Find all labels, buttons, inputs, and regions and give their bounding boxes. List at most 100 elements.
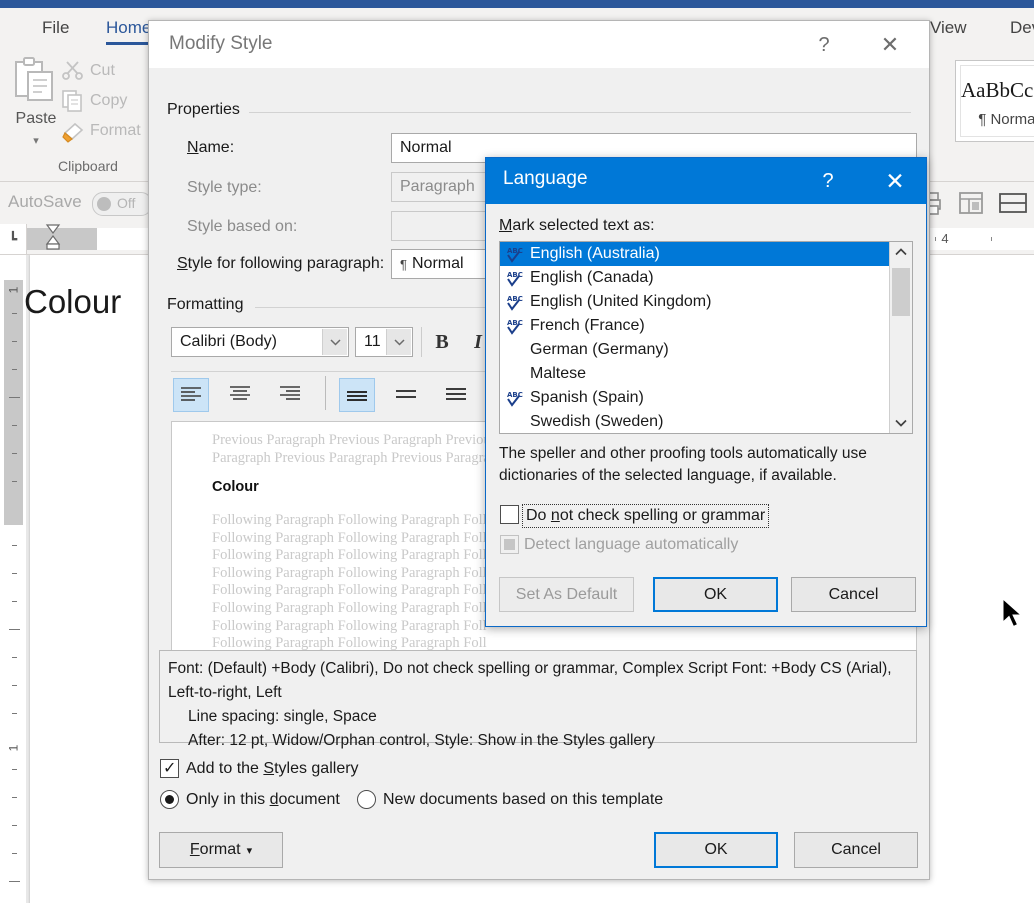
help-icon[interactable]: ? — [807, 30, 841, 60]
caret-down-icon: ▾ — [246, 844, 253, 857]
language-list-item[interactable]: ABC Spanish (Spain) — [500, 386, 912, 410]
mouse-cursor — [1002, 598, 1023, 628]
tab-developer[interactable]: Developer — [1010, 18, 1034, 38]
description-line-1: Font: (Default) +Body (Calibri), Do not … — [168, 660, 892, 677]
language-dialog[interactable]: Language ? ✕ Mark selected text as: ABC … — [485, 157, 927, 627]
paste-label: Paste — [15, 110, 57, 127]
ruler-left-margin — [27, 228, 97, 250]
proofing-note-line-2: dictionaries of the selected language, i… — [499, 467, 837, 484]
language-listbox[interactable]: ABC English (Australia) ABC English (Can… — [499, 241, 913, 434]
proofing-note-line-1: The speller and other proofing tools aut… — [499, 445, 867, 462]
modify-style-titlebar[interactable]: Modify Style ? ✕ — [149, 21, 929, 68]
indent-markers-icon[interactable] — [45, 224, 61, 250]
line-spacing-1_5-button[interactable] — [389, 378, 423, 410]
scope-only-this-document-radio[interactable] — [160, 790, 179, 809]
checkmark-icon: ✓ — [163, 760, 177, 777]
cut-label[interactable]: Cut — [90, 62, 115, 80]
scroll-up-icon[interactable] — [890, 242, 912, 262]
format-button-label: Format — [189, 841, 241, 858]
help-icon[interactable]: ? — [812, 166, 844, 196]
paste-dropdown-caret[interactable]: ▾ — [8, 134, 64, 147]
copy-label[interactable]: Copy — [90, 92, 127, 110]
format-button[interactable]: Format ▾ — [159, 832, 283, 868]
properties-section-label: Properties — [167, 101, 248, 119]
pilcrow-icon: ¶ — [400, 256, 407, 272]
line-spacing-double-button[interactable] — [439, 378, 473, 410]
language-list-item[interactable]: ABC French (France) — [500, 314, 912, 338]
close-icon[interactable]: ✕ — [878, 166, 912, 196]
scope-new-documents-label[interactable]: New documents based on this template — [383, 791, 663, 809]
align-right-button[interactable] — [273, 378, 307, 410]
split-rows-icon[interactable] — [998, 190, 1028, 216]
bold-button[interactable]: B — [427, 327, 457, 357]
language-list-item[interactable]: German (Germany) — [500, 338, 912, 362]
chevron-down-icon[interactable] — [386, 329, 411, 355]
language-list-item[interactable]: Maltese — [500, 362, 912, 386]
tab-home[interactable]: Home — [106, 18, 152, 45]
language-list-item[interactable]: Swedish (Sweden) — [500, 410, 912, 433]
pilcrow-icon: ¶ — [978, 111, 987, 128]
scope-new-documents-radio[interactable] — [357, 790, 376, 809]
scope-only-this-document-label[interactable]: Only in this document — [186, 791, 340, 809]
do-not-check-spelling-checkbox[interactable] — [500, 505, 519, 524]
scroll-down-icon[interactable] — [890, 413, 912, 433]
window-title-bar — [0, 0, 1034, 8]
language-list-item[interactable]: ABC English (Canada) — [500, 266, 912, 290]
mark-selected-text-label: Mark selected text as: — [499, 217, 655, 234]
align-center-icon — [230, 386, 250, 400]
proofing-abc-icon: ABC — [506, 293, 526, 311]
style-normal-thumb[interactable]: AaBbCcDc ¶ Normal — [960, 65, 1034, 137]
language-titlebar[interactable]: Language ? ✕ — [486, 158, 926, 204]
styles-gallery[interactable]: AaBbCcDc ¶ Normal — [955, 60, 1034, 142]
set-as-default-button[interactable]: Set As Default — [499, 577, 634, 612]
language-list-item[interactable]: ABC English (Australia) — [500, 242, 912, 266]
vertical-ruler[interactable]: 1 1 — [0, 255, 27, 903]
style-following-label: Style for following paragraph: — [177, 255, 385, 272]
tab-stop-selector[interactable]: ┗ — [0, 224, 27, 254]
chevron-down-icon[interactable] — [322, 329, 347, 355]
font-size-combo[interactable]: 11 — [355, 327, 413, 357]
align-right-icon — [280, 386, 300, 400]
autosave-toggle[interactable]: Off — [92, 192, 152, 216]
document-heading-colour[interactable]: Colour — [24, 283, 121, 321]
language-list-scrollbar[interactable] — [889, 242, 912, 433]
language-ok-button[interactable]: OK — [653, 577, 778, 612]
modify-style-cancel-button[interactable]: Cancel — [794, 832, 918, 868]
radio-dot — [165, 795, 174, 804]
font-family-combo[interactable]: Calibri (Body) — [171, 327, 349, 357]
language-dialog-title: Language — [503, 168, 588, 189]
tab-file[interactable]: File — [42, 18, 69, 38]
language-cancel-button[interactable]: Cancel — [791, 577, 916, 612]
align-center-button[interactable] — [223, 378, 257, 410]
clipboard-group-label: Clipboard — [58, 158, 118, 174]
align-left-button[interactable] — [173, 378, 209, 412]
vruler-number-top: 1 — [6, 286, 21, 294]
svg-text:ABC: ABC — [507, 319, 523, 327]
modify-style-ok-button[interactable]: OK — [654, 832, 778, 868]
do-not-check-spelling-label[interactable]: Do not check spelling or grammar — [521, 504, 770, 528]
autosave-toggle-knob — [97, 197, 111, 211]
svg-text:ABC: ABC — [507, 391, 523, 399]
align-left-icon — [181, 387, 201, 401]
svg-text:ABC: ABC — [507, 247, 523, 255]
scrollbar-thumb[interactable] — [892, 268, 910, 316]
line-spacing-single-button[interactable] — [339, 378, 375, 412]
proofing-note: The speller and other proofing tools aut… — [499, 443, 909, 487]
add-to-gallery-checkbox[interactable]: ✓ — [160, 759, 179, 778]
formatting-separator — [421, 327, 422, 357]
svg-text:ABC: ABC — [507, 271, 523, 279]
style-type-label: Style type: — [187, 179, 262, 196]
line-spacing-single-icon — [347, 391, 367, 401]
paste-button[interactable]: Paste ▾ — [8, 56, 64, 152]
checkbox-indeterminate-icon — [504, 539, 515, 550]
table-layout-icon[interactable] — [958, 190, 984, 216]
tab-active-underline — [106, 42, 152, 45]
language-list-item[interactable]: ABC English (United Kingdom) — [500, 290, 912, 314]
close-icon[interactable]: ✕ — [873, 30, 907, 60]
preview-sample-heading: Colour — [212, 479, 259, 495]
description-line-2: Left-to-right, Left — [168, 684, 282, 701]
tab-view[interactable]: View — [930, 18, 967, 38]
format-painter-label[interactable]: Format — [90, 122, 141, 140]
formatting-section-label: Formatting — [167, 296, 252, 314]
format-painter-icon — [62, 121, 86, 143]
